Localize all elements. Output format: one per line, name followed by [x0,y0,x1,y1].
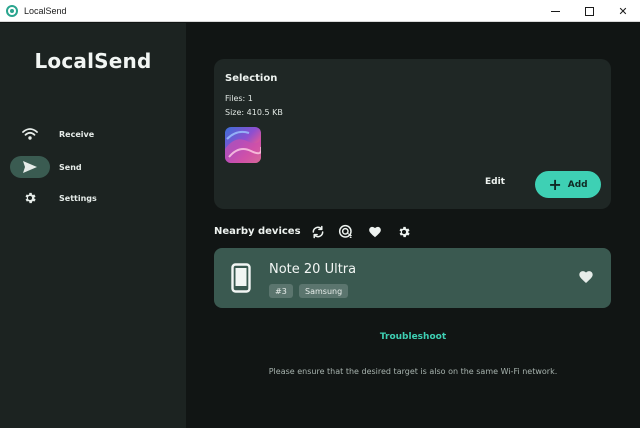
app-logo-icon [6,4,18,17]
sidebar-item-settings[interactable]: Settings [10,187,178,209]
heart-icon[interactable] [578,269,594,285]
selection-card: Selection Files: 1 Size: 410.5 KB Edit +… [214,59,611,209]
sidebar-item-label: Receive [59,129,95,139]
close-icon: ✕ [618,4,628,18]
sidebar-item-label: Settings [59,193,97,203]
plus-icon: + [548,174,562,194]
minimize-button[interactable] [538,0,572,22]
window-title: LocalSend [24,5,67,16]
selection-title: Selection [225,73,278,84]
sidebar-item-receive[interactable]: Receive [10,123,178,145]
device-name: Note 20 Ultra [269,262,357,277]
gear-icon [10,187,50,209]
maximize-button[interactable] [572,0,606,22]
device-brand-badge: Samsung [299,284,349,298]
file-thumbnail[interactable] [225,127,261,163]
app-brand: LocalSend [34,49,152,73]
device-card[interactable]: Note 20 Ultra #3 Samsung [214,248,611,308]
wifi-icon [10,123,50,145]
close-button[interactable]: ✕ [606,0,640,22]
gear-icon[interactable] [395,223,413,241]
maximize-icon [584,6,594,16]
main-panel: Selection Files: 1 Size: 410.5 KB Edit +… [186,23,640,428]
sidebar-item-send[interactable]: Send [10,156,178,178]
troubleshoot-link[interactable]: Troubleshoot [186,332,640,342]
files-size: Size: 410.5 KB [225,108,283,117]
minimize-icon [550,10,560,12]
files-count: Files: 1 [225,94,253,103]
edit-button[interactable]: Edit [485,177,505,187]
device-id-badge: #3 [269,284,293,298]
send-icon [10,156,50,178]
network-hint: Please ensure that the desired target is… [268,367,558,376]
smartphone-icon [229,262,253,294]
add-button[interactable]: + Add [535,171,601,198]
heart-icon[interactable] [366,223,384,241]
refresh-icon[interactable] [309,223,327,241]
add-button-label: Add [567,179,588,190]
sidebar-item-label: Send [59,162,82,172]
scan-target-icon[interactable] [337,223,355,241]
nearby-devices-title: Nearby devices [214,226,301,237]
sidebar: LocalSend Receive Send Settings [0,23,186,428]
